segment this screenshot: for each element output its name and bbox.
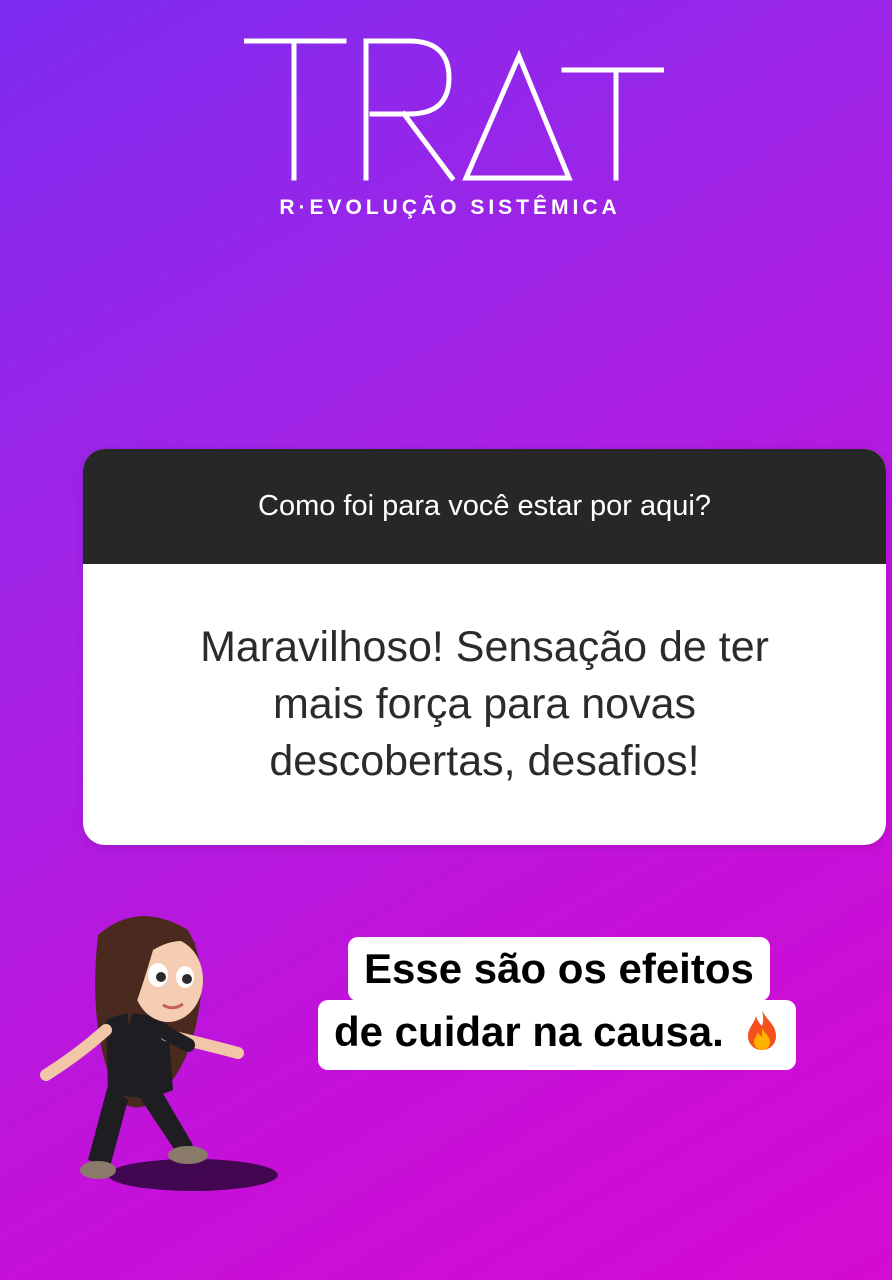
bitmoji-avatar (28, 905, 288, 1205)
caption-line-1: Esse são os efeitos (348, 937, 770, 1001)
caption-line-1-text: Esse são os efeitos (364, 945, 754, 992)
logo-subtitle: R·EVOLUÇÃO SISTÊMICA (279, 196, 621, 219)
caption-line-2: de cuidar na causa. (318, 1000, 796, 1070)
trat-logo: R·EVOLUÇÃO SISTÊMICA (230, 30, 670, 230)
caption-line-2-text: de cuidar na causa. (334, 1008, 724, 1055)
answer-text: Maravilhoso! Sensação de ter mais força … (200, 623, 769, 785)
fire-icon (744, 1006, 780, 1070)
question-text: Como foi para você estar por aqui? (83, 449, 886, 564)
trat-logo-wordmark (244, 38, 664, 182)
question-sticker: Como foi para você estar por aqui? Marav… (83, 449, 886, 845)
